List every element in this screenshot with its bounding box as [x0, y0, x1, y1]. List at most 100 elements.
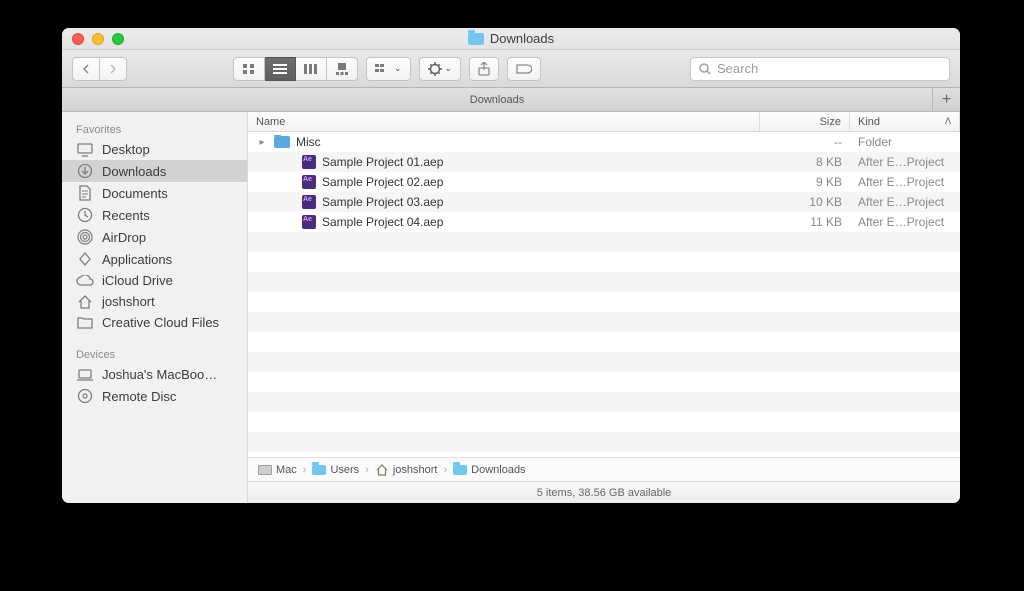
aep-file-icon [302, 215, 316, 229]
window-title: Downloads [490, 31, 554, 46]
column-size[interactable]: Size [760, 112, 850, 131]
sidebar-item-label: Recents [102, 208, 150, 223]
minimize-button[interactable] [92, 33, 104, 45]
share-button[interactable] [469, 57, 499, 81]
table-row[interactable]: Sample Project 04.aep 11 KB After E…Proj… [248, 212, 960, 232]
sidebar-item-joshshort[interactable]: joshshort [62, 291, 247, 312]
path-item-joshshort[interactable]: joshshort [375, 464, 438, 476]
view-list-button[interactable] [265, 57, 296, 81]
path-separator-icon: › [303, 464, 307, 476]
hdd-icon [258, 465, 272, 475]
path-label: Mac [276, 464, 297, 476]
sidebar-item-label: Downloads [102, 164, 166, 179]
sidebar-item-label: Documents [102, 186, 168, 201]
sidebar-item-joshua-s-macboo-[interactable]: Joshua's MacBoo… [62, 364, 247, 385]
sort-indicator-icon: ᐱ [945, 116, 951, 127]
search-icon [699, 63, 711, 75]
table-row[interactable]: Sample Project 02.aep 9 KB After E…Proje… [248, 172, 960, 192]
zoom-button[interactable] [112, 33, 124, 45]
column-name[interactable]: Name [248, 112, 760, 131]
sidebar-item-label: iCloud Drive [102, 273, 173, 288]
empty-row [248, 252, 960, 272]
column-headers: Name Size Kindᐱ [248, 112, 960, 132]
back-button[interactable] [72, 57, 100, 81]
sidebar-item-downloads[interactable]: Downloads [62, 160, 247, 182]
forward-button[interactable] [100, 57, 127, 81]
file-size: 8 KB [760, 155, 850, 169]
empty-row [248, 312, 960, 332]
path-label: Users [330, 464, 359, 476]
path-item-downloads[interactable]: Downloads [453, 464, 525, 476]
view-group [233, 57, 358, 81]
disc-icon [76, 388, 94, 404]
sidebar-item-applications[interactable]: Applications [62, 248, 247, 270]
view-icons-button[interactable] [233, 57, 265, 81]
sidebar-item-airdrop[interactable]: AirDrop [62, 226, 247, 248]
path-item-mac[interactable]: Mac [258, 464, 297, 476]
home-icon [375, 464, 389, 476]
file-name: Misc [296, 135, 321, 149]
new-tab-button[interactable]: + [932, 88, 960, 111]
file-size: 11 KB [760, 215, 850, 229]
table-row[interactable]: Sample Project 01.aep 8 KB After E…Proje… [248, 152, 960, 172]
laptop-icon [76, 369, 94, 381]
sidebar-item-creative-cloud-files[interactable]: Creative Cloud Files [62, 312, 247, 333]
file-name: Sample Project 01.aep [322, 155, 443, 169]
search-field[interactable] [690, 57, 950, 81]
desktop-icon [76, 143, 94, 157]
file-name: Sample Project 04.aep [322, 215, 443, 229]
sidebar-item-recents[interactable]: Recents [62, 204, 247, 226]
column-kind[interactable]: Kindᐱ [850, 112, 960, 131]
arrange-group: ⌄ [366, 57, 411, 81]
file-size: -- [760, 135, 850, 149]
search-input[interactable] [717, 61, 941, 76]
folder-icon [274, 136, 290, 148]
aep-file-icon [302, 195, 316, 209]
path-separator-icon: › [365, 464, 369, 476]
arrange-button[interactable]: ⌄ [366, 57, 411, 81]
file-kind: Folder [850, 135, 960, 149]
sidebar-item-label: joshshort [102, 294, 155, 309]
path-bar: Mac›Users›joshshort›Downloads [248, 457, 960, 481]
path-item-users[interactable]: Users [312, 464, 359, 476]
tags-button[interactable] [507, 57, 541, 81]
file-kind: After E…Project [850, 155, 960, 169]
sidebar-item-documents[interactable]: Documents [62, 182, 247, 204]
file-kind: After E…Project [850, 195, 960, 209]
folder-icon [312, 465, 326, 475]
sidebar-item-icloud-drive[interactable]: iCloud Drive [62, 270, 247, 291]
folder-icon [76, 317, 94, 329]
sidebar-item-label: Joshua's MacBoo… [102, 367, 217, 382]
sidebar-item-label: Applications [102, 252, 172, 267]
titlebar: Downloads [62, 28, 960, 50]
close-button[interactable] [72, 33, 84, 45]
table-row[interactable]: ▸ Misc -- Folder [248, 132, 960, 152]
home-icon [76, 295, 94, 309]
path-label: joshshort [393, 464, 438, 476]
action-button[interactable]: ⌄ [419, 57, 462, 81]
view-gallery-button[interactable] [327, 57, 358, 81]
documents-icon [76, 185, 94, 201]
tab-downloads[interactable]: Downloads [62, 88, 932, 111]
sidebar-devices-header: Devices [62, 343, 247, 364]
sidebar-item-label: AirDrop [102, 230, 146, 245]
folder-icon [468, 33, 484, 45]
sidebar-item-label: Remote Disc [102, 389, 176, 404]
view-columns-button[interactable] [296, 57, 327, 81]
file-name: Sample Project 02.aep [322, 175, 443, 189]
sidebar-item-remote-disc[interactable]: Remote Disc [62, 385, 247, 407]
action-group: ⌄ [419, 57, 462, 81]
cloud-icon [76, 275, 94, 287]
downloads-icon [76, 163, 94, 179]
empty-row [248, 372, 960, 392]
aep-file-icon [302, 155, 316, 169]
table-row[interactable]: Sample Project 03.aep 10 KB After E…Proj… [248, 192, 960, 212]
sidebar: Favorites DesktopDownloadsDocumentsRecen… [62, 112, 248, 503]
empty-row [248, 432, 960, 452]
empty-row [248, 412, 960, 432]
file-kind: After E…Project [850, 175, 960, 189]
window-controls [72, 33, 124, 45]
file-list-pane: Name Size Kindᐱ ▸ Misc -- Folder Sample P… [248, 112, 960, 503]
sidebar-item-desktop[interactable]: Desktop [62, 139, 247, 160]
disclosure-icon[interactable]: ▸ [256, 137, 268, 148]
